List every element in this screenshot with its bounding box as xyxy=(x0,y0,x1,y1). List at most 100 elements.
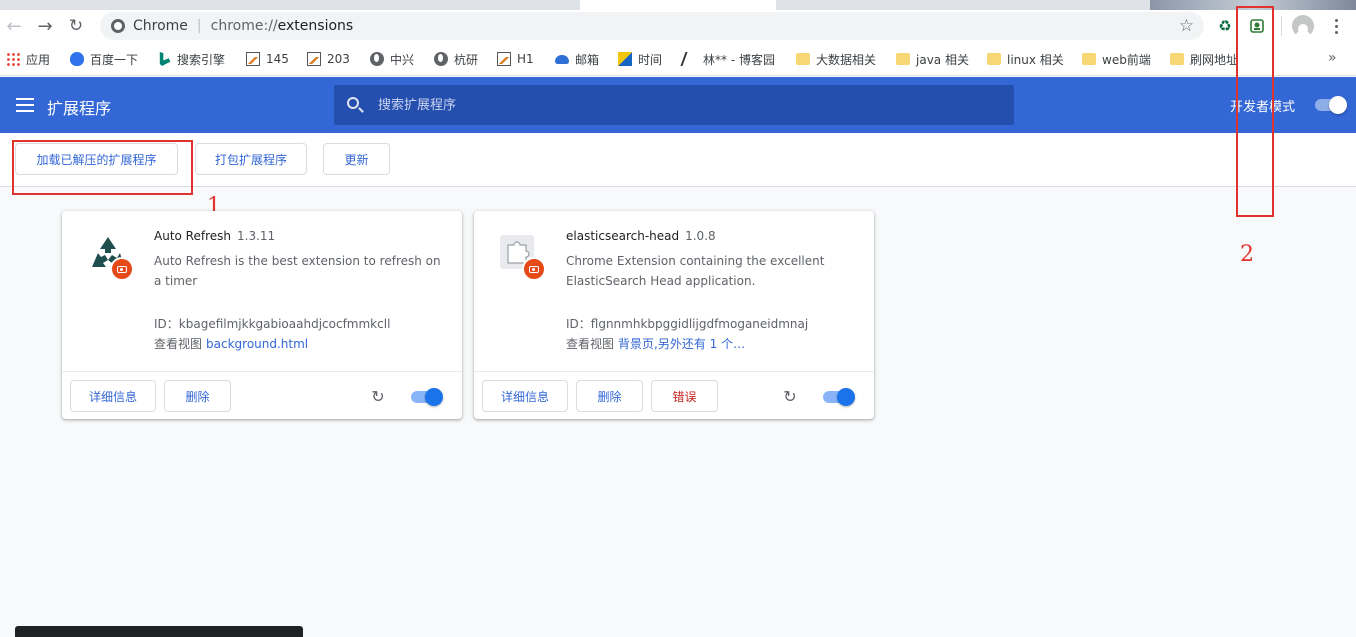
card-footer: 详细信息 删除 错误 ↻ xyxy=(474,371,874,419)
extensions-header: 扩展程序 开发者模式 xyxy=(0,77,1356,133)
bookmark-label: 203 xyxy=(327,52,350,66)
page-title: 扩展程序 xyxy=(47,99,112,118)
bookmark-label: 大数据相关 xyxy=(816,52,877,67)
extension-description: Auto Refresh is the best extension to re… xyxy=(154,254,441,288)
folder-icon xyxy=(1170,53,1184,65)
omnibox-scheme-label: Chrome xyxy=(133,18,188,34)
search-bar[interactable] xyxy=(334,85,1014,125)
globe-icon xyxy=(370,52,384,66)
bookmark-label: 林** - 博客园 xyxy=(703,52,775,67)
globe-icon xyxy=(434,52,448,66)
bookmark-label: 应用 xyxy=(26,52,51,67)
extension-card-elasticsearch-head: elasticsearch-head 1.0.8 Chrome Extension… xyxy=(474,211,874,419)
toolbar-divider xyxy=(1281,16,1282,36)
browser-toolbar: ← → ↻ Chrome | chrome://extensions ☆ ♻ xyxy=(0,10,1356,42)
developer-action-bar: 加载已解压的扩展程序 打包扩展程序 更新 xyxy=(0,133,1356,187)
bookmark-apps[interactable]: 应用 xyxy=(6,50,50,68)
annotation-number-2: 2 xyxy=(1240,242,1254,267)
feather-icon xyxy=(680,52,700,66)
inspect-view-link[interactable]: 背景页,另外还有 1 个… xyxy=(618,337,745,351)
paw-icon xyxy=(70,52,84,66)
remove-button[interactable]: 删除 xyxy=(576,380,643,412)
more-bookmarks-chevron-icon[interactable]: » xyxy=(1328,50,1337,66)
update-button[interactable]: 更新 xyxy=(323,143,390,175)
bookmark-label: linux 相关 xyxy=(1007,52,1064,67)
bookmark-145[interactable]: 145 xyxy=(246,50,289,68)
extension-name: elasticsearch-head xyxy=(566,229,680,243)
forward-arrow-icon[interactable]: → xyxy=(33,14,57,38)
bookmark-time[interactable]: 时间 xyxy=(618,50,662,68)
puzzle-piece-icon xyxy=(498,233,546,281)
reload-extension-icon[interactable]: ↻ xyxy=(369,387,387,406)
bookmark-zte[interactable]: 中兴 xyxy=(370,50,414,68)
active-tab[interactable] xyxy=(580,0,776,10)
inspect-views-label: 查看视图 xyxy=(566,337,615,351)
reload-icon[interactable]: ↻ xyxy=(64,14,88,38)
clock-icon xyxy=(618,52,632,66)
pack-extension-button[interactable]: 打包扩展程序 xyxy=(195,143,307,175)
inspect-views-label: 查看视图 xyxy=(154,337,203,351)
bookmark-203[interactable]: 203 xyxy=(307,50,350,68)
bookmark-baidu[interactable]: 百度一下 xyxy=(70,50,138,68)
bookmark-star-icon[interactable]: ☆ xyxy=(1179,16,1194,36)
image-icon xyxy=(246,52,260,66)
folder-icon xyxy=(896,53,910,65)
bookmark-folder-java[interactable]: java 相关 xyxy=(896,50,969,68)
bookmark-h1[interactable]: H1 xyxy=(497,50,534,68)
bookmark-folder-bigdata[interactable]: 大数据相关 xyxy=(796,50,876,68)
bookmark-hangyan[interactable]: 杭研 xyxy=(434,50,478,68)
developer-badge-icon xyxy=(522,257,546,281)
bookmarks-bar: 应用 百度一下 搜索引擎 145 203 中兴 杭研 H1 邮箱 时间 林** … xyxy=(0,42,1356,76)
apps-icon xyxy=(6,52,20,66)
recycle-icon xyxy=(86,233,134,281)
bookmark-blog[interactable]: 林** - 博客园 xyxy=(680,50,775,68)
bookmark-label: 145 xyxy=(266,52,289,66)
bookmark-label: 搜索引擎 xyxy=(177,52,226,67)
extension-card-auto-refresh: Auto Refresh 1.3.11 Auto Refresh is the b… xyxy=(62,211,462,419)
tab-strip xyxy=(0,0,1356,10)
bookmark-label: H1 xyxy=(517,52,534,66)
bookmark-label: 中兴 xyxy=(390,52,415,67)
toggle-knob xyxy=(425,388,443,406)
remove-button[interactable]: 删除 xyxy=(164,380,231,412)
card-footer: 详细信息 删除 ↻ xyxy=(62,371,462,419)
inspect-views: 查看视图 背景页,另外还有 1 个… xyxy=(566,335,745,352)
bing-icon xyxy=(159,52,171,66)
back-arrow-icon[interactable]: ← xyxy=(2,14,26,38)
auto-refresh-extension-icon[interactable]: ♻ xyxy=(1214,15,1236,37)
bookmark-search-engine[interactable]: 搜索引擎 xyxy=(157,50,225,68)
annotation-box-2 xyxy=(1236,6,1274,217)
enable-toggle[interactable] xyxy=(411,388,445,406)
bookmark-folder-web[interactable]: web前端 xyxy=(1082,50,1151,68)
errors-button[interactable]: 错误 xyxy=(651,380,718,412)
search-input[interactable] xyxy=(378,85,998,125)
annotation-box-1 xyxy=(12,140,193,195)
omnibox-separator: | xyxy=(196,18,202,34)
extension-name-row: Auto Refresh 1.3.11 xyxy=(154,229,275,243)
menu-kebab-icon[interactable] xyxy=(1326,16,1346,36)
developer-badge-icon xyxy=(110,257,134,281)
bookmark-folder-shuawang[interactable]: 刷网地址 xyxy=(1170,50,1238,68)
image-icon xyxy=(497,52,511,66)
folder-icon xyxy=(1082,53,1096,65)
profile-avatar-icon[interactable] xyxy=(1292,15,1314,37)
extension-description: Chrome Extension containing the excellen… xyxy=(566,254,825,288)
extension-version: 1.3.11 xyxy=(237,229,276,243)
developer-mode-toggle[interactable] xyxy=(1313,96,1347,114)
extension-name-row: elasticsearch-head 1.0.8 xyxy=(566,229,716,243)
details-button[interactable]: 详细信息 xyxy=(70,380,156,412)
bookmark-mail[interactable]: 邮箱 xyxy=(555,50,599,68)
hamburger-menu-icon[interactable] xyxy=(16,98,34,112)
omnibox-url-path: extensions xyxy=(277,18,354,34)
bookmark-folder-linux[interactable]: linux 相关 xyxy=(987,50,1064,68)
extension-id: ID：flgnnmhkbpggidlijgdfmoganeidmnaj xyxy=(566,317,809,331)
reload-extension-icon[interactable]: ↻ xyxy=(781,387,799,406)
chrome-icon xyxy=(111,19,125,33)
bookmark-label: 百度一下 xyxy=(90,52,139,67)
omnibox[interactable]: Chrome | chrome://extensions ☆ xyxy=(100,12,1204,40)
bookmark-label: 刷网地址 xyxy=(1190,52,1239,67)
folder-icon xyxy=(796,53,810,65)
enable-toggle[interactable] xyxy=(823,388,857,406)
inspect-view-link[interactable]: background.html xyxy=(206,337,308,351)
details-button[interactable]: 详细信息 xyxy=(482,380,568,412)
